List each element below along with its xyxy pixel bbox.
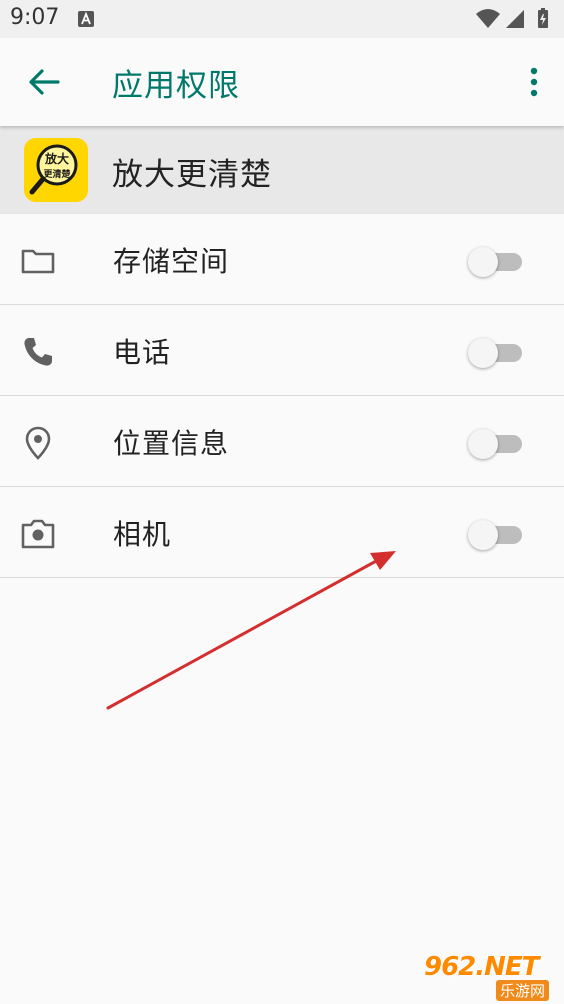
permission-label: 电话 bbox=[113, 336, 172, 369]
permission-label: 相机 bbox=[113, 518, 172, 551]
wifi-icon bbox=[476, 9, 500, 28]
svg-text:放大: 放大 bbox=[44, 151, 69, 166]
watermark-logo: 962.NET bbox=[424, 952, 539, 982]
app-bar: 应用权限 bbox=[0, 38, 564, 126]
location-icon bbox=[25, 426, 51, 460]
app-name: 放大更清楚 bbox=[112, 157, 272, 193]
back-arrow-icon[interactable] bbox=[20, 58, 68, 106]
watermark: 962.NET 乐游网 bbox=[424, 952, 560, 1001]
signal-icon bbox=[506, 10, 524, 28]
page-title: 应用权限 bbox=[112, 68, 240, 104]
phone-icon bbox=[24, 338, 52, 366]
camera-toggle[interactable] bbox=[468, 520, 524, 550]
folder-icon bbox=[21, 249, 55, 274]
status-bar: 9:07 bbox=[0, 0, 564, 38]
permission-row-camera[interactable]: 相机 bbox=[0, 487, 564, 578]
notification-a-icon bbox=[78, 11, 94, 27]
permission-label: 存储空间 bbox=[113, 245, 230, 278]
permission-label: 位置信息 bbox=[113, 427, 230, 460]
storage-toggle[interactable] bbox=[468, 247, 524, 277]
status-icons bbox=[476, 8, 548, 28]
app-header: 放大 更清楚 放大更清楚 bbox=[0, 126, 564, 214]
battery-icon bbox=[538, 8, 548, 28]
watermark-site: 乐游网 bbox=[496, 980, 550, 1001]
permission-row-location[interactable]: 位置信息 bbox=[0, 396, 564, 487]
permission-row-phone[interactable]: 电话 bbox=[0, 305, 564, 396]
permission-row-storage[interactable]: 存储空间 bbox=[0, 214, 564, 305]
location-toggle[interactable] bbox=[468, 429, 524, 459]
more-options-icon[interactable] bbox=[520, 60, 548, 104]
phone-toggle[interactable] bbox=[468, 338, 524, 368]
permission-list: 存储空间 电话 位置信息 相机 bbox=[0, 214, 564, 578]
status-time: 9:07 bbox=[10, 5, 60, 30]
camera-icon bbox=[21, 519, 55, 549]
app-icon: 放大 更清楚 bbox=[24, 138, 88, 202]
svg-text:更清楚: 更清楚 bbox=[43, 168, 71, 180]
